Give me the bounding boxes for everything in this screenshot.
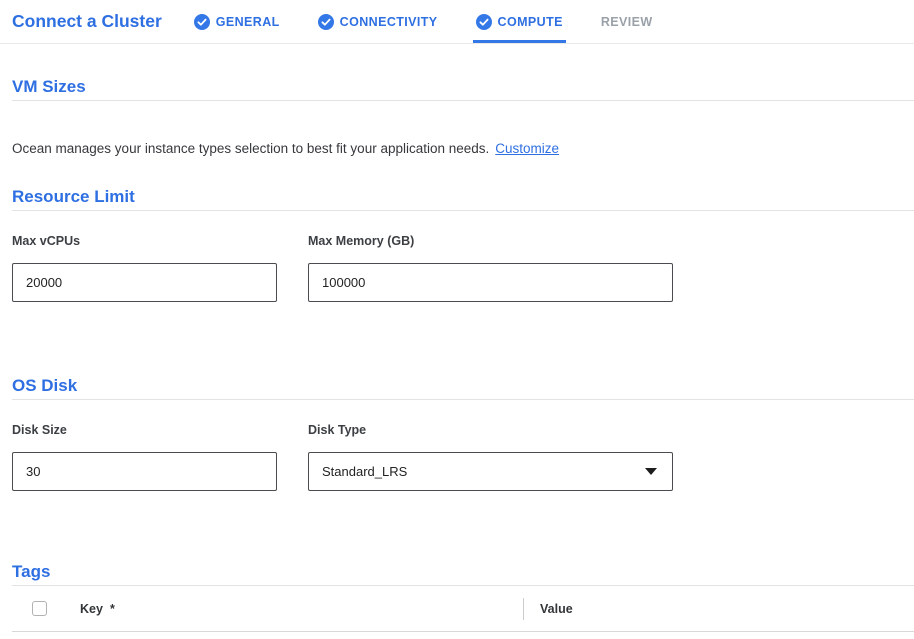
tags-value-column-header: Value — [540, 602, 573, 616]
max-memory-label: Max Memory (GB) — [308, 234, 673, 249]
tags-key-label: Key — [80, 602, 103, 616]
tab-label-compute: COMPUTE — [498, 15, 563, 29]
section-os-disk: OS Disk Disk Size Disk Type Standard_LRS — [12, 376, 914, 491]
tab-connectivity[interactable]: CONNECTIVITY — [318, 0, 438, 43]
max-vcpus-input[interactable] — [12, 263, 277, 302]
customize-link[interactable]: Customize — [495, 141, 559, 156]
section-vm-sizes: VM Sizes Ocean manages your instance typ… — [12, 77, 914, 158]
section-tags: Tags Key * Value — [12, 562, 914, 632]
check-circle-icon — [194, 14, 210, 30]
disk-type-field: Disk Type Standard_LRS — [308, 423, 673, 491]
max-memory-field: Max Memory (GB) — [308, 234, 673, 302]
chevron-down-icon — [645, 468, 657, 475]
resource-limit-heading: Resource Limit — [12, 187, 914, 207]
max-vcpus-field: Max vCPUs — [12, 234, 277, 302]
select-all-checkbox[interactable] — [32, 601, 47, 616]
compute-step-content: VM Sizes Ocean manages your instance typ… — [12, 77, 914, 632]
tab-label-review: REVIEW — [601, 15, 653, 29]
section-divider — [12, 399, 914, 400]
check-circle-icon — [476, 14, 492, 30]
vm-sizes-heading: VM Sizes — [12, 77, 914, 97]
tab-review[interactable]: REVIEW — [601, 0, 653, 43]
tab-compute[interactable]: COMPUTE — [476, 0, 563, 43]
tab-label-general: GENERAL — [216, 15, 280, 29]
section-resource-limit: Resource Limit Max vCPUs Max Memory (GB) — [12, 187, 914, 302]
section-divider — [12, 100, 914, 101]
required-marker: * — [110, 602, 115, 616]
check-circle-icon — [318, 14, 334, 30]
tags-heading: Tags — [12, 562, 914, 582]
page-header: Connect a Cluster GENERAL CONNECTIVITY — [0, 0, 914, 44]
disk-type-label: Disk Type — [308, 423, 673, 438]
tab-general[interactable]: GENERAL — [194, 0, 280, 43]
tags-table-header-row: Key * Value — [12, 586, 914, 632]
wizard-steps: GENERAL CONNECTIVITY COMPUTE REVIEW — [194, 0, 691, 43]
column-divider — [523, 598, 524, 620]
disk-size-field: Disk Size — [12, 423, 277, 491]
disk-type-select[interactable]: Standard_LRS — [308, 452, 673, 491]
tags-key-column-header: Key * — [80, 602, 523, 616]
disk-size-input[interactable] — [12, 452, 277, 491]
max-memory-input[interactable] — [308, 263, 673, 302]
vm-sizes-description-text: Ocean manages your instance types select… — [12, 141, 489, 156]
disk-type-selected-value: Standard_LRS — [322, 464, 407, 479]
tab-label-connectivity: CONNECTIVITY — [340, 15, 438, 29]
os-disk-heading: OS Disk — [12, 376, 914, 396]
page-title: Connect a Cluster — [12, 11, 162, 32]
vm-sizes-description: Ocean manages your instance types select… — [12, 140, 914, 158]
section-divider — [12, 210, 914, 211]
disk-size-label: Disk Size — [12, 423, 277, 438]
max-vcpus-label: Max vCPUs — [12, 234, 277, 249]
